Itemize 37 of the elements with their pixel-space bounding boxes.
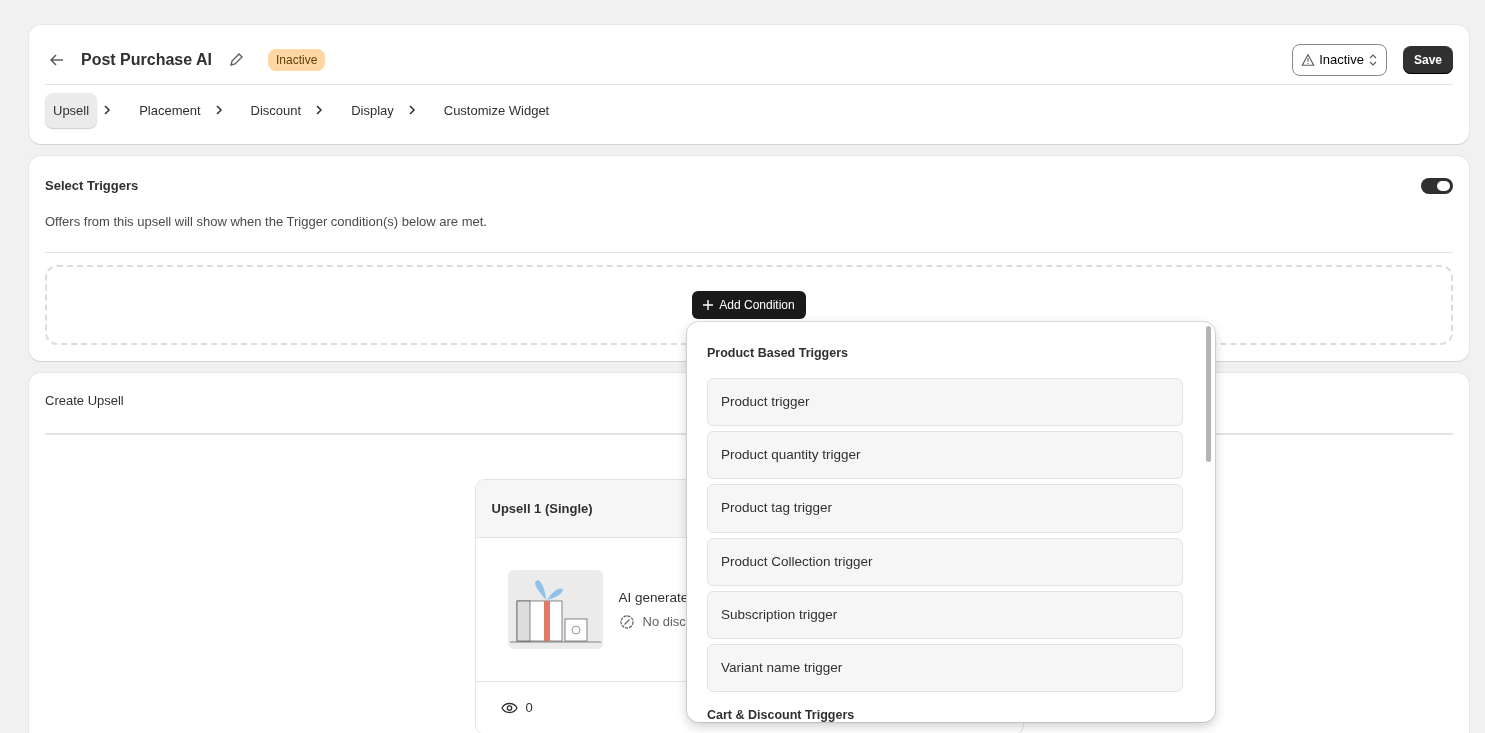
toggle-switch[interactable] xyxy=(1421,177,1453,194)
upsell-name: AI generate xyxy=(618,588,689,607)
chevron-right-icon xyxy=(407,104,416,117)
warning-icon xyxy=(1301,52,1316,67)
discount-text: No disc xyxy=(642,612,686,631)
eye-icon xyxy=(500,701,518,714)
trigger-option[interactable]: Subscription trigger xyxy=(707,590,1183,639)
step-tab[interactable]: Upsell xyxy=(45,92,98,128)
chevron-up-down-icon xyxy=(1367,52,1378,67)
chevron-right-icon xyxy=(103,104,112,117)
view-count: 0 xyxy=(525,699,533,717)
scrollbar[interactable] xyxy=(1206,326,1211,462)
section-title: Create Upsell xyxy=(45,393,124,408)
group-heading: Cart & Discount Triggers xyxy=(707,707,856,722)
step-tab[interactable]: Display xyxy=(343,92,402,128)
section-title: Select Triggers xyxy=(45,177,139,195)
trigger-option[interactable]: Product quantity trigger xyxy=(707,431,1183,480)
pencil-icon[interactable] xyxy=(228,51,244,68)
add-condition-button[interactable]: Add Condition xyxy=(692,291,806,319)
trigger-option[interactable]: Product Collection trigger xyxy=(707,537,1183,586)
step-tab[interactable]: Customize Widget xyxy=(435,92,558,128)
back-arrow-icon[interactable] xyxy=(49,51,65,68)
step-tab[interactable]: Placement xyxy=(131,92,209,128)
status-badge: Inactive xyxy=(268,48,326,71)
page-title: Post Purchase AI xyxy=(81,49,212,70)
trigger-option[interactable]: Product trigger xyxy=(707,377,1183,426)
discount-badge-icon xyxy=(618,613,635,630)
plus-icon xyxy=(703,300,714,310)
chevron-right-icon xyxy=(214,104,223,117)
save-button[interactable]: Save xyxy=(1402,45,1453,74)
status-select[interactable]: Inactive xyxy=(1292,44,1387,76)
trigger-option[interactable]: Variant name trigger xyxy=(707,644,1183,693)
chevron-right-icon xyxy=(315,104,324,117)
group-heading: Product Based Triggers xyxy=(707,345,849,362)
section-description: Offers from this upsell will show when the Trigger condition(s) below are met. xyxy=(45,212,488,231)
step-tab[interactable]: Discount xyxy=(242,92,310,128)
trigger-option[interactable]: Product tag trigger xyxy=(707,484,1183,533)
